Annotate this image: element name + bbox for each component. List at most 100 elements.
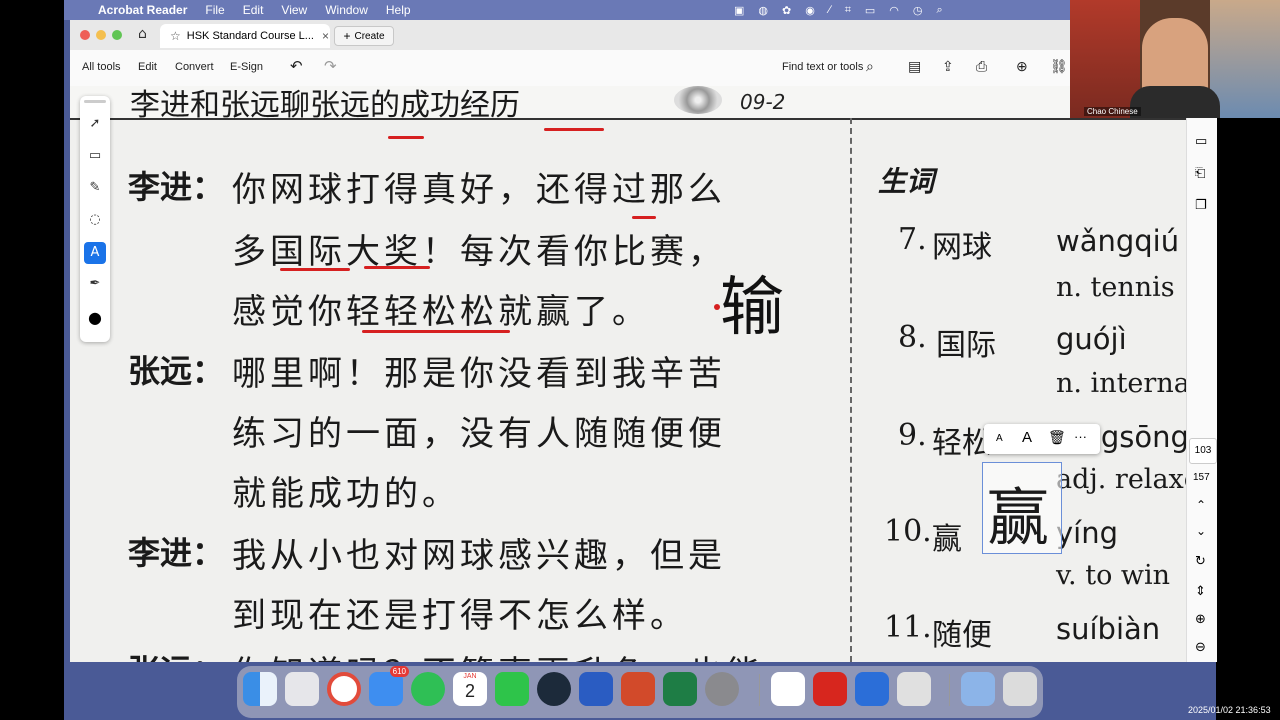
wechat-dock-icon[interactable] [495, 672, 529, 706]
bookmark-icon[interactable]: ⎗ [1195, 166, 1205, 181]
home-icon[interactable]: ⌂ [138, 26, 147, 42]
mail-icon[interactable]: 610 [369, 666, 409, 706]
app-store-like-icon[interactable] [855, 672, 889, 706]
wifi-icon[interactable]: ◠ [889, 4, 899, 17]
menu-view[interactable]: View [281, 3, 307, 17]
mac-menubar: Acrobat Reader File Edit View Window Hel… [64, 0, 1070, 20]
system-settings-icon[interactable] [705, 672, 739, 706]
redo-icon[interactable]: ↷ [324, 57, 337, 75]
launchpad-icon[interactable] [285, 672, 319, 706]
red-underline [632, 216, 656, 219]
record-icon[interactable]: ◉ [805, 4, 815, 17]
text-box[interactable]: 赢 [982, 462, 1062, 554]
screen-timestamp: 2025/01/02 21:36:53 [1188, 705, 1271, 715]
dialogue-line: 哪里啊！那是你没看到我辛苦 [232, 354, 726, 394]
downloads-folder-icon[interactable] [961, 672, 995, 706]
create-button[interactable]: + Create [334, 26, 394, 46]
trash-icon[interactable]: 🗑 [1048, 429, 1066, 446]
red-underline [364, 266, 430, 269]
all-tools-button[interactable]: All tools [82, 61, 121, 73]
input-method-icon[interactable]: ⌗ [845, 4, 851, 17]
speaker-label: 张远： [128, 646, 224, 662]
calendar-icon[interactable]: JAN 2 [453, 672, 487, 706]
red-underline [388, 136, 424, 139]
text-box-content[interactable]: 赢 [987, 467, 1049, 557]
link-icon[interactable]: ⛓ [1050, 58, 1068, 75]
screen-share-icon[interactable]: ▣ [734, 4, 744, 17]
more-options-button[interactable]: ··· [1074, 429, 1087, 444]
vocab-pinyin: yíng [1056, 516, 1119, 550]
battery-icon[interactable]: ▭ [865, 4, 875, 17]
finder-icon[interactable] [243, 672, 277, 706]
menu-window[interactable]: Window [325, 3, 368, 17]
menu-help[interactable]: Help [386, 3, 411, 17]
trash-dock-icon[interactable] [1003, 672, 1037, 706]
pages-icon[interactable]: ❐ [1195, 198, 1207, 213]
undo-icon[interactable]: ↶ [290, 57, 303, 75]
pen-icon[interactable]: ✎ [87, 180, 103, 196]
decrease-font-button[interactable]: A [996, 433, 1003, 444]
menu-app-name[interactable]: Acrobat Reader [98, 3, 187, 17]
dialogue-line: 多国际大奖！每次看你比赛， [232, 232, 726, 272]
lasso-icon[interactable]: ◌ [87, 212, 103, 228]
quicktime-icon[interactable] [537, 672, 571, 706]
powerpoint-icon[interactable] [621, 672, 655, 706]
annotation-text[interactable]: 输 [720, 256, 784, 348]
dialogue-line: 你知道吗？不管声再升色，也能 [232, 646, 764, 662]
add-text-icon[interactable]: A [84, 242, 106, 264]
create-button-label: Create [354, 30, 385, 42]
openai-icon[interactable]: ✿ [782, 4, 791, 17]
comment-panel-icon[interactable]: ▭ [1195, 134, 1207, 149]
wechat-icon[interactable]: ◍ [758, 4, 768, 17]
color-dot-icon[interactable]: ● [87, 310, 103, 326]
red-underline [544, 128, 604, 131]
increase-font-button[interactable]: A [1022, 429, 1032, 446]
status-tray: ▣ ◍ ✿ ◉ ∕ ⌗ ▭ ◠ ◷ ⌕ [734, 0, 943, 20]
convert-button[interactable]: Convert [175, 61, 214, 73]
dock-divider [949, 674, 950, 706]
vocab-gloss: adj. relaxe [1056, 464, 1186, 495]
excel-icon[interactable] [663, 672, 697, 706]
close-tab-icon[interactable]: × [322, 29, 329, 43]
whatsapp-icon[interactable] [411, 672, 445, 706]
current-page-box[interactable]: 103 [1189, 438, 1217, 464]
star-icon[interactable]: ☆ [170, 29, 181, 43]
word-icon[interactable] [579, 672, 613, 706]
rotate-icon[interactable]: ↻ [1195, 554, 1206, 569]
edit-button[interactable]: Edit [138, 61, 157, 73]
sign-icon[interactable]: ✒ [87, 276, 103, 292]
chevron-up-icon[interactable]: ⌃ [1196, 498, 1206, 512]
preview-icon[interactable] [897, 672, 931, 706]
comment-icon[interactable]: ▭ [87, 148, 103, 164]
zoom-out-icon[interactable]: ⊖ [1195, 640, 1206, 655]
chrome-icon[interactable] [327, 672, 361, 706]
rail-grip[interactable] [84, 100, 106, 103]
vocab-gloss: n. tennis [1056, 272, 1175, 303]
minimize-window-button[interactable] [96, 30, 106, 40]
chatgpt-icon[interactable] [771, 672, 805, 706]
vocab-word: 网球 [932, 230, 992, 265]
close-window-button[interactable] [80, 30, 90, 40]
zoom-window-button[interactable] [112, 30, 122, 40]
document-tab-title: HSK Standard Course L... [186, 30, 314, 42]
menu-edit[interactable]: Edit [243, 3, 264, 17]
menu-file[interactable]: File [205, 3, 224, 17]
find-text-button[interactable]: Find text or tools [782, 61, 863, 73]
acrobat-icon[interactable] [813, 672, 847, 706]
spotlight-icon[interactable]: ⌕ [937, 4, 943, 17]
share-icon[interactable]: ⊕ [1016, 58, 1028, 75]
esign-button[interactable]: E-Sign [230, 61, 263, 73]
webcam-video: Chao Chinese [1070, 0, 1280, 118]
document-tab[interactable]: ☆ HSK Standard Course L... × [160, 24, 330, 48]
save-icon[interactable]: ▤ [908, 58, 921, 75]
fit-page-icon[interactable]: ⇕ [1195, 584, 1206, 599]
upload-icon[interactable]: ⇪ [942, 58, 954, 75]
total-pages: 157 [1193, 472, 1210, 483]
select-cursor-icon[interactable]: ➚ [87, 116, 103, 132]
zoom-in-icon[interactable]: ⊕ [1195, 612, 1206, 627]
slash-icon[interactable]: ∕ [829, 4, 831, 16]
time-machine-icon[interactable]: ◷ [913, 4, 923, 17]
chevron-down-icon[interactable]: ⌄ [1196, 524, 1206, 538]
search-icon[interactable]: ⌕ [866, 58, 874, 75]
print-icon[interactable]: ⎙ [976, 58, 987, 75]
